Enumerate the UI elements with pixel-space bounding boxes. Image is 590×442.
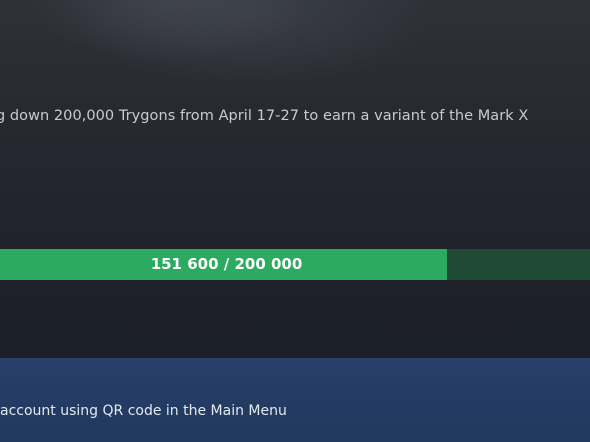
community-progress-bar: 151 600 / 200 000 — [0, 249, 590, 280]
event-description: g down 200,000 Trygons from April 17-27 … — [0, 108, 529, 124]
progress-count: 151 600 / 200 000 — [150, 255, 303, 273]
qr-link-banner[interactable]: account using QR code in the Main Menu — [0, 358, 590, 442]
qr-link-text: account using QR code in the Main Menu — [0, 403, 287, 419]
